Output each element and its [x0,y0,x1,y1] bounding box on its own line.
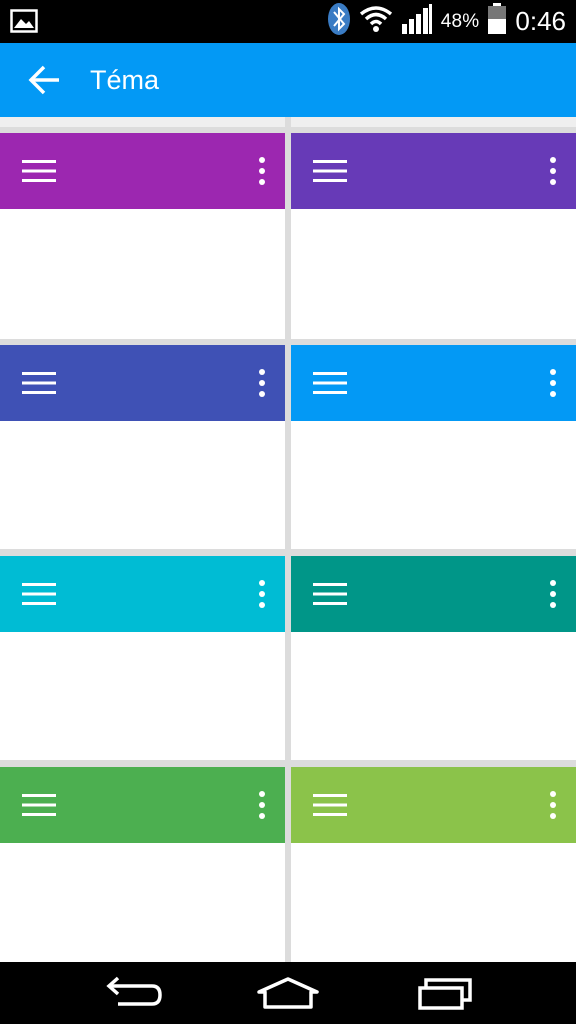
menu-icon[interactable] [313,582,347,606]
more-options-icon[interactable] [255,579,269,609]
signal-icon [401,4,433,39]
menu-icon[interactable] [313,793,347,817]
battery-percent: 48% [440,10,480,32]
page-title: Téma [90,65,160,95]
battery-icon [487,3,507,40]
wifi-icon [359,5,393,38]
nav-back-button[interactable] [97,972,167,1014]
home-icon [257,977,319,1009]
image-notification-icon [10,9,38,33]
more-options-icon[interactable] [546,790,560,820]
clock: 0:46 [515,6,566,36]
theme-card-teal[interactable] [291,556,576,760]
back-button[interactable] [22,61,66,99]
more-options-icon[interactable] [255,156,269,186]
status-icons: 48% 0:46 [327,0,566,43]
menu-icon[interactable] [22,159,56,183]
nav-recents-button[interactable] [409,972,479,1014]
menu-icon[interactable] [313,371,347,395]
menu-icon[interactable] [22,793,56,817]
menu-icon[interactable] [22,582,56,606]
more-options-icon[interactable] [546,579,560,609]
navigation-bar [0,962,576,1024]
arrow-back-icon [28,65,59,95]
theme-card-deep-purple[interactable] [291,133,576,339]
more-options-icon[interactable] [255,790,269,820]
nav-home-button[interactable] [253,972,323,1014]
status-bar: 48% 0:46 [0,0,576,43]
menu-icon[interactable] [22,371,56,395]
app-bar: Téma [0,43,576,117]
theme-card-cyan[interactable] [0,556,285,760]
menu-icon[interactable] [313,159,347,183]
recents-icon [418,978,472,1010]
back-icon [106,976,162,1006]
more-options-icon[interactable] [546,156,560,186]
theme-card-green[interactable] [0,767,285,962]
theme-card-purple[interactable] [0,133,285,339]
bluetooth-icon [327,2,351,41]
theme-card-blue[interactable] [291,345,576,549]
theme-card-indigo[interactable] [0,345,285,549]
theme-card-light-green[interactable] [291,767,576,962]
more-options-icon[interactable] [255,368,269,398]
theme-grid [0,117,576,962]
more-options-icon[interactable] [546,368,560,398]
